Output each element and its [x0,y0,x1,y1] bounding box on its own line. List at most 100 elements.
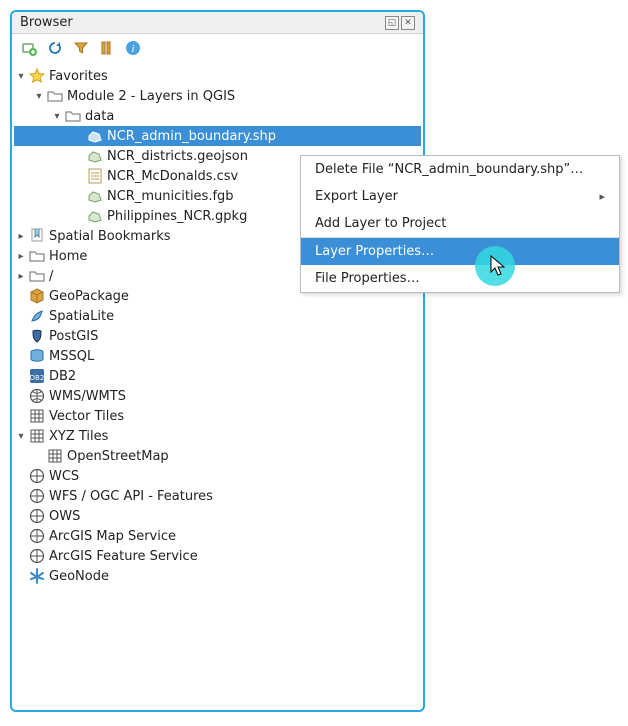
undock-button[interactable]: ◱ [385,16,399,30]
star-icon [28,67,46,85]
tree-label: WCS [49,469,79,484]
disclosure-triangle[interactable]: ▾ [14,431,28,442]
tree-label: ArcGIS Map Service [49,529,176,544]
submenu-arrow-icon: ▸ [599,190,605,203]
tree-item-spatialite[interactable]: ▸ SpatiaLite [14,306,421,326]
tree-item-favorites[interactable]: ▾ Favorites [14,66,421,86]
geopackage-layer-icon [86,207,104,225]
disclosure-triangle[interactable]: ▸ [14,251,28,262]
collapse-icon[interactable] [98,39,116,57]
browser-panel: Browser ◱ ✕ i ▾ Favorites [10,10,425,712]
tree-label: data [85,109,114,124]
folder-icon [28,267,46,285]
tree-label: OpenStreetMap [67,449,169,464]
tree-label: NCR_McDonalds.csv [107,169,238,184]
refresh-icon[interactable] [46,39,64,57]
tree-label: Spatial Bookmarks [49,229,171,244]
tree-label: XYZ Tiles [49,429,108,444]
tree-label: Philippines_NCR.gpkg [107,209,247,224]
folder-icon [46,87,64,105]
menu-label: Add Layer to Project [315,216,446,231]
csv-icon [86,167,104,185]
polygon-layer-icon [86,127,104,145]
tree-item-wfs[interactable]: ▸ WFS / OGC API - Features [14,486,421,506]
globe-icon [28,527,46,545]
add-layer-icon[interactable] [20,39,38,57]
tree-item-geonode[interactable]: ▸ GeoNode [14,566,421,586]
menu-label: File Properties… [315,271,420,286]
menu-layer-properties[interactable]: Layer Properties… [301,238,619,265]
svg-text:DB2: DB2 [30,374,45,382]
disclosure-triangle[interactable]: ▸ [14,271,28,282]
tree-label: DB2 [49,369,76,384]
tree-item-file[interactable]: NCR_admin_boundary.shp [14,126,421,146]
toolbar: i [12,34,423,62]
tree-item-arcgis-map[interactable]: ▸ ArcGIS Map Service [14,526,421,546]
close-button[interactable]: ✕ [401,16,415,30]
geonode-icon [28,567,46,585]
menu-export-layer[interactable]: Export Layer ▸ [301,183,619,210]
menu-label: Export Layer [315,189,398,204]
disclosure-triangle[interactable]: ▾ [50,111,64,122]
menu-add-layer[interactable]: Add Layer to Project [301,210,619,237]
tree-label: Home [49,249,87,264]
window-buttons: ◱ ✕ [385,16,415,30]
info-icon[interactable]: i [124,39,142,57]
tree-item-wcs[interactable]: ▸ WCS [14,466,421,486]
menu-label: Layer Properties… [315,244,434,259]
tree-item-data[interactable]: ▾ data [14,106,421,126]
tree-item-ows[interactable]: ▸ OWS [14,506,421,526]
disclosure-triangle[interactable]: ▾ [14,71,28,82]
tree-item-arcgis-feature[interactable]: ▸ ArcGIS Feature Service [14,546,421,566]
tree-label: NCR_admin_boundary.shp [107,129,276,144]
folder-icon [28,247,46,265]
globe-icon [28,507,46,525]
tree-label: Favorites [49,69,108,84]
tree-item-mssql[interactable]: ▸ MSSQL [14,346,421,366]
postgis-icon [28,327,46,345]
menu-label: Delete File “NCR_admin_boundary.shp”… [315,162,583,177]
filter-icon[interactable] [72,39,90,57]
menu-delete-file[interactable]: Delete File “NCR_admin_boundary.shp”… [301,156,619,183]
grid-icon [28,407,46,425]
folder-icon [64,107,82,125]
tree-label: WFS / OGC API - Features [49,489,213,504]
geopackage-icon [28,287,46,305]
tree-item-xyz[interactable]: ▾ XYZ Tiles [14,426,421,446]
tree-item-db2[interactable]: ▸ DB2 DB2 [14,366,421,386]
polygon-layer-icon [86,147,104,165]
grid-icon [46,447,64,465]
panel-header: Browser ◱ ✕ [12,12,423,34]
tree-label: SpatiaLite [49,309,114,324]
tree-label: GeoPackage [49,289,129,304]
disclosure-triangle[interactable]: ▾ [32,91,46,102]
tree-label: PostGIS [49,329,98,344]
mssql-icon [28,347,46,365]
tree-label: NCR_municities.fgb [107,189,234,204]
tree-label: NCR_districts.geojson [107,149,248,164]
tree-label: Vector Tiles [49,409,124,424]
tree-item-wms[interactable]: ▸ WMS/WMTS [14,386,421,406]
tree-item-vector-tiles[interactable]: ▸ Vector Tiles [14,406,421,426]
globe-icon [28,387,46,405]
cursor-icon [490,255,508,279]
panel-title: Browser [20,15,385,30]
disclosure-triangle[interactable]: ▸ [14,231,28,242]
spatialite-icon [28,307,46,325]
tree-label: MSSQL [49,349,94,364]
tree-item-module[interactable]: ▾ Module 2 - Layers in QGIS [14,86,421,106]
tree-label: WMS/WMTS [49,389,126,404]
svg-text:i: i [131,43,134,55]
globe-icon [28,467,46,485]
tree-item-osm[interactable]: OpenStreetMap [14,446,421,466]
globe-icon [28,547,46,565]
menu-file-properties[interactable]: File Properties… [301,265,619,292]
bookmark-icon [28,227,46,245]
tree-label: Module 2 - Layers in QGIS [67,89,235,104]
context-menu: Delete File “NCR_admin_boundary.shp”… Ex… [300,155,620,293]
tree-label: ArcGIS Feature Service [49,549,198,564]
tree-item-postgis[interactable]: ▸ PostGIS [14,326,421,346]
db2-icon: DB2 [28,367,46,385]
grid-icon [28,427,46,445]
tree-label: OWS [49,509,80,524]
